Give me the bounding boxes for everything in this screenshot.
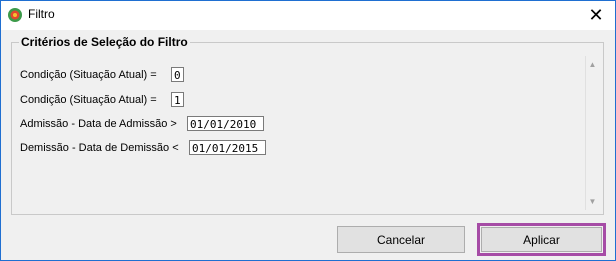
criteria-group-title: Critérios de Seleção do Filtro	[19, 35, 190, 49]
apply-button[interactable]: Aplicar	[481, 227, 602, 252]
criteria-scrollbar[interactable]: ▲ ▼	[585, 56, 599, 210]
scroll-up-icon[interactable]: ▲	[586, 58, 599, 71]
title-bar: Filtro ✕	[1, 1, 615, 30]
criterion-value-1[interactable]: 0	[171, 67, 184, 82]
criterion-value-3[interactable]: 01/01/2010	[187, 116, 264, 131]
criterion-label-2: Condição (Situação Atual) =	[20, 94, 157, 106]
criterion-value-4[interactable]: 01/01/2015	[189, 140, 266, 155]
criterion-label-4: Demissão - Data de Demissão <	[20, 142, 179, 154]
filter-dialog: Filtro ✕ Critérios de Seleção do Filtro …	[0, 0, 616, 261]
scroll-down-icon[interactable]: ▼	[586, 195, 599, 208]
filter-app-icon	[8, 8, 22, 22]
criterion-label-3: Admissão - Data de Admissão >	[20, 118, 177, 130]
cancel-button[interactable]: Cancelar	[337, 226, 465, 253]
criterion-label-1: Condição (Situação Atual) =	[20, 69, 157, 81]
close-button[interactable]: ✕	[577, 1, 615, 30]
criterion-value-2[interactable]: 1	[171, 92, 184, 107]
window-title: Filtro	[28, 7, 55, 21]
